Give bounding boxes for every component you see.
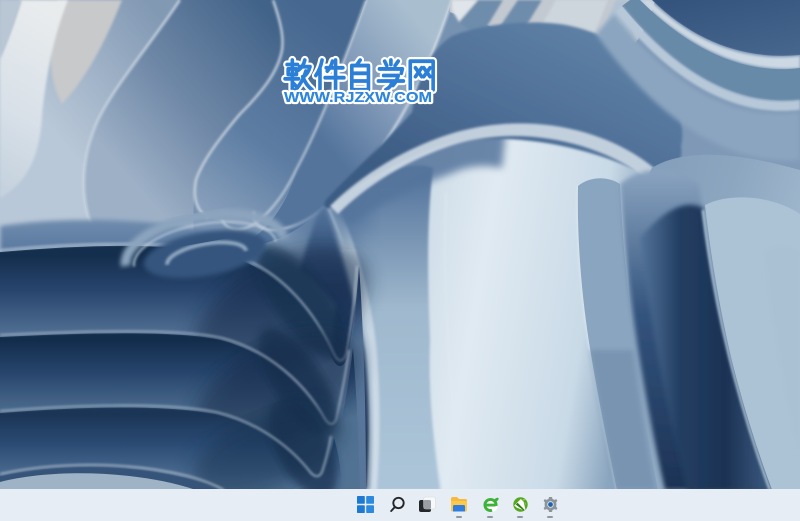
svg-text:WWW.RJZXW.COM: WWW.RJZXW.COM (284, 90, 432, 106)
